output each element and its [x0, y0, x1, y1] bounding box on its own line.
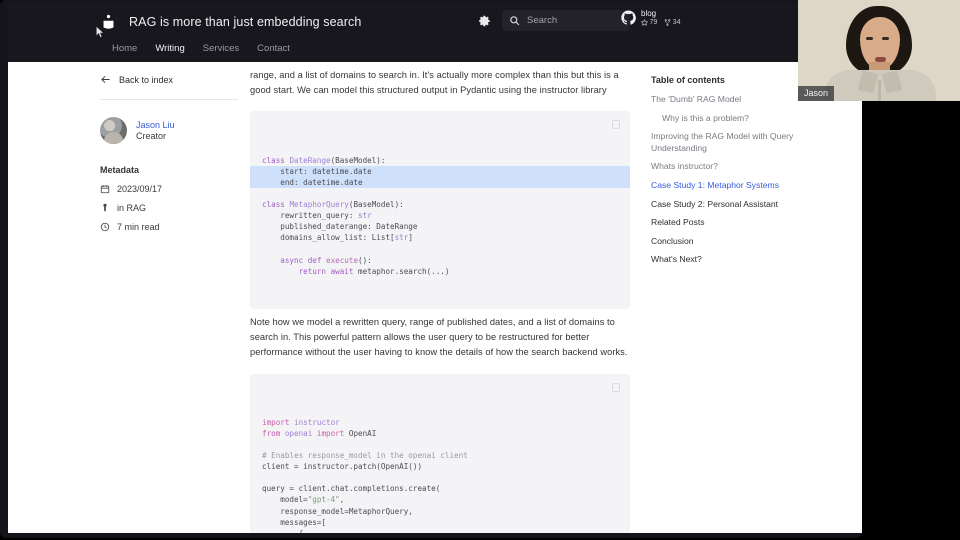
toc-item-improving-rag-model[interactable]: Improving the RAG Model with Query Under…: [651, 131, 801, 154]
author-block: Jason Liu Creator: [100, 117, 240, 144]
copy-icon[interactable]: [612, 120, 620, 130]
arrow-left-icon: [100, 74, 111, 85]
toc-item-related-posts[interactable]: Related Posts: [651, 217, 801, 229]
github-icon: [621, 10, 636, 25]
github-stars: 79: [641, 19, 657, 26]
github-forks: 34: [664, 19, 681, 26]
browser-window: RAG is more than just embedding search H…: [0, 0, 862, 538]
mouse-cursor: [96, 26, 105, 39]
webcam-person-placket: [878, 80, 881, 101]
author-meta: Jason Liu Creator: [136, 120, 175, 141]
search-icon: [509, 15, 520, 26]
code-block-1-content: class DateRange(BaseModel): start: datet…: [250, 155, 630, 277]
code-block-2[interactable]: import instructor from openai import Open…: [250, 373, 630, 533]
gear-icon[interactable]: [478, 14, 492, 28]
github-repo-name: blog: [641, 9, 657, 18]
site-header: RAG is more than just embedding search H…: [8, 2, 862, 62]
search-input[interactable]: Search: [502, 10, 630, 31]
copy-icon[interactable]: [612, 382, 620, 392]
page-title: RAG is more than just embedding search: [129, 15, 362, 29]
back-to-index-link[interactable]: Back to index: [100, 74, 240, 99]
webcam-overlay[interactable]: Jason: [798, 0, 960, 101]
code-block-2-content: import instructor from openai import Open…: [262, 417, 468, 533]
author-name[interactable]: Jason Liu: [136, 120, 175, 130]
toc-heading: Table of contents: [651, 75, 725, 85]
article-body: range, and a list of domains to search i…: [250, 68, 630, 533]
github-stats: 79 34: [641, 19, 681, 26]
header-right-tools: Search: [478, 10, 630, 31]
toc-item-case-study-2[interactable]: Case Study 2: Personal Assistant: [651, 199, 801, 211]
table-of-contents: Table of contents The 'Dumb' RAG Model W…: [651, 75, 801, 273]
metadata-readtime-value: 7 min read: [117, 222, 160, 232]
metadata-readtime: 7 min read: [100, 222, 240, 232]
toc-item-dumb-rag-model[interactable]: The 'Dumb' RAG Model: [651, 94, 801, 106]
nav-item-writing[interactable]: Writing: [155, 43, 184, 54]
back-to-index-label: Back to index: [119, 74, 174, 85]
brand-row: RAG is more than just embedding search: [100, 8, 361, 36]
nav-item-contact[interactable]: Contact: [257, 43, 290, 54]
nav-item-services[interactable]: Services: [203, 43, 239, 54]
github-text: blog 79 34: [641, 9, 681, 26]
github-repo-widget[interactable]: blog 79 34: [621, 9, 681, 26]
search-placeholder: Search: [527, 15, 558, 26]
fork-icon: [665, 19, 671, 26]
star-icon: [641, 19, 648, 26]
toc-item-case-study-1[interactable]: Case Study 1: Metaphor Systems: [651, 180, 801, 192]
toc-item-whats-instructor[interactable]: Whats instructor?: [651, 161, 801, 173]
metadata-category: in RAG: [100, 203, 240, 213]
metadata-heading: Metadata: [100, 165, 140, 175]
page-content: Back to index Jason Liu Creator Metadata: [8, 62, 862, 533]
paragraph-top: range, and a list of domains to search i…: [250, 70, 619, 96]
webcam-name-label: Jason: [798, 86, 835, 101]
nav-item-home[interactable]: Home: [112, 43, 137, 54]
main-nav: Home Writing Services Contact: [112, 43, 290, 54]
metadata-date: 2023/09/17: [100, 184, 240, 194]
metadata-category-value: in RAG: [117, 203, 147, 213]
toc-item-conclusion[interactable]: Conclusion: [651, 236, 801, 248]
paragraph-middle: Note how we model a rewritten query, ran…: [250, 316, 628, 358]
toc-item-why-is-this-a-problem[interactable]: Why is this a problem?: [651, 113, 801, 125]
tag-icon: [103, 203, 107, 212]
calendar-icon: [100, 185, 110, 194]
sidebar-divider: [100, 99, 238, 100]
article-sidebar: Back to index Jason Liu Creator Metadata: [100, 74, 240, 232]
webcam-person-eye-right: [882, 37, 889, 40]
clock-icon: [100, 222, 110, 232]
metadata-date-value: 2023/09/17: [117, 184, 163, 194]
avatar: [100, 117, 127, 144]
code-block-1[interactable]: class DateRange(BaseModel): start: datet…: [250, 111, 630, 309]
toc-item-whats-next[interactable]: What's Next?: [651, 254, 801, 266]
screen-root: RAG is more than just embedding search H…: [0, 0, 960, 540]
github-fork-count: 34: [672, 19, 681, 26]
webcam-person-eye-left: [866, 37, 873, 40]
author-role: Creator: [136, 131, 167, 141]
github-star-count: 79: [649, 19, 658, 26]
